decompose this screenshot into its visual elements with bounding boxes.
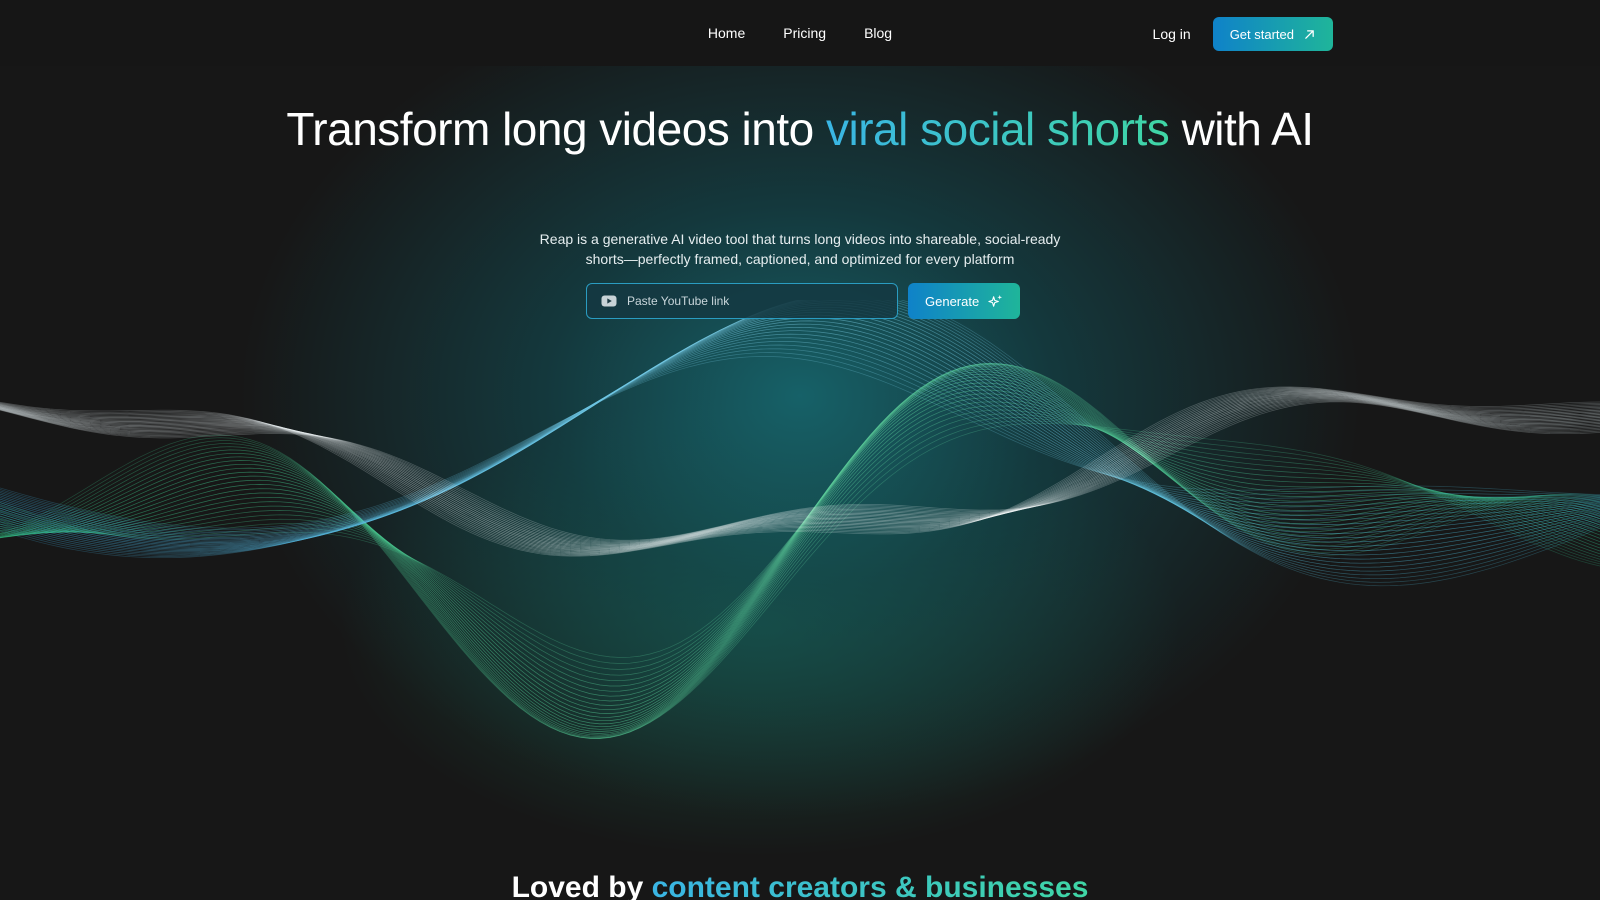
headline-part2: with AI xyxy=(1169,103,1315,155)
get-started-button[interactable]: Get started xyxy=(1212,17,1333,51)
generate-button[interactable]: Generate xyxy=(908,283,1021,319)
wave-line xyxy=(0,333,1600,538)
wave-line xyxy=(0,382,1600,725)
wave-line xyxy=(0,356,1600,529)
generate-label: Generate xyxy=(925,293,980,309)
section-heading-highlight: content creators & businesses xyxy=(652,871,1089,900)
wave-line xyxy=(0,422,1600,739)
navbar: Home Pricing Blog Log in Get started xyxy=(0,0,1600,66)
wave-line xyxy=(0,352,1600,531)
wave-line xyxy=(0,397,1600,734)
subtitle-line-2: shorts—perfectly framed, captioned, and … xyxy=(585,251,1015,267)
youtube-link-input[interactable] xyxy=(627,294,877,308)
sparkle-icon xyxy=(988,294,1003,307)
subtitle-line-1: Reap is a generative AI video tool that … xyxy=(539,231,1061,247)
wave-line xyxy=(0,364,1600,658)
arrow-up-right-icon xyxy=(1305,29,1314,39)
nav-link-pricing[interactable]: Pricing xyxy=(783,25,826,41)
nav-link-home[interactable]: Home xyxy=(708,25,745,41)
nav-links: Home Pricing Blog xyxy=(0,0,1600,66)
headline-highlight: viral social shorts xyxy=(826,103,1170,155)
page: Home Pricing Blog Log in Get started Tra… xyxy=(0,0,1600,900)
wave-line xyxy=(0,413,1600,739)
login-link[interactable]: Log in xyxy=(1153,26,1191,42)
nav-link-blog[interactable]: Blog xyxy=(864,25,892,41)
link-input-row: Generate xyxy=(586,283,1021,319)
wave-line xyxy=(0,337,1600,537)
section-heading: Loved by content creators & businesses xyxy=(0,868,1600,900)
headline-part1: Transform long videos into xyxy=(286,103,827,155)
nav-actions: Log in Get started xyxy=(1153,17,1333,51)
section-heading-part1: Loved by xyxy=(511,871,652,900)
wave-line xyxy=(0,409,1600,738)
get-started-label: Get started xyxy=(1229,26,1294,42)
youtube-icon xyxy=(601,295,617,307)
hero-headline: Transform long videos into viral social … xyxy=(0,100,1600,158)
wave-line xyxy=(0,363,1600,670)
hero-subtitle: Reap is a generative AI video tool that … xyxy=(500,229,1100,269)
youtube-link-field[interactable] xyxy=(586,283,898,319)
wave-decoration xyxy=(0,300,1600,739)
